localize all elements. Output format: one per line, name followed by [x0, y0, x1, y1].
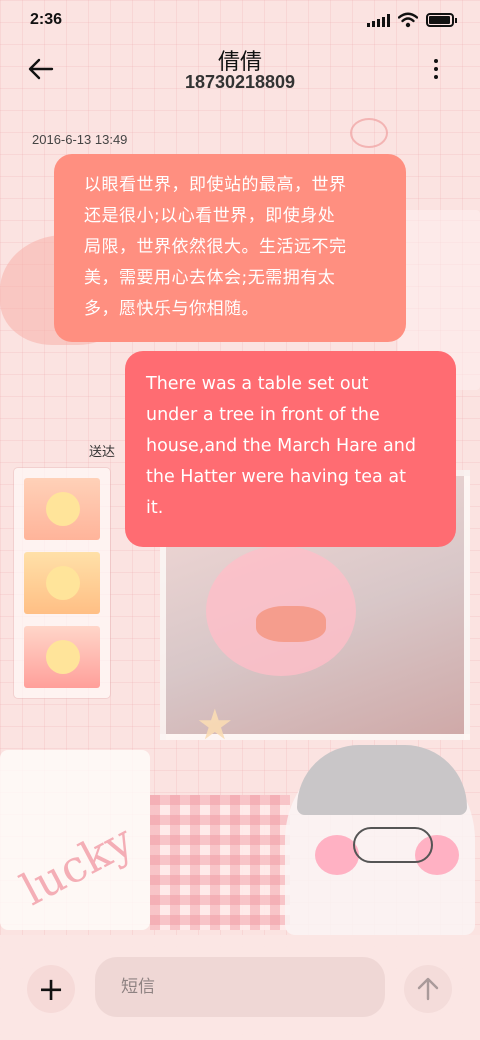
message-input[interactable] — [95, 957, 385, 1017]
message-line: 多，愿快乐与你相随。 — [84, 299, 259, 319]
wallpaper-duck-cheek — [415, 835, 459, 875]
message-line: under a tree in front of the — [146, 405, 380, 425]
wallpaper-lucky-lettering: lucky — [12, 815, 142, 916]
message-line: the Hatter were having tea at — [146, 467, 406, 487]
wallpaper-photo-strip — [14, 468, 110, 698]
incoming-message-bubble[interactable]: 以眼看世界，即使站的最高，世界 还是很小;以心看世界，即使身处 局限，世界依然很… — [54, 154, 406, 342]
wallpaper-duck-sticker — [285, 745, 475, 935]
wallpaper-duck-cheek — [315, 835, 359, 875]
wallpaper-flower-sticker — [350, 118, 388, 148]
message-line: 以眼看世界，即使站的最高，世界 — [84, 175, 347, 195]
star-icon: ★ — [196, 700, 234, 749]
wallpaper-duck-beak — [256, 606, 326, 642]
battery-icon — [426, 13, 457, 27]
status-bar: 2:36 — [0, 0, 480, 40]
plus-icon: + — [37, 970, 65, 1008]
wallpaper-gingham-patch — [150, 795, 290, 930]
wallpaper-strip-photo — [24, 552, 100, 614]
message-timestamp: 2016-6-13 13:49 — [32, 132, 128, 147]
message-line: it. — [146, 498, 164, 518]
battery-level — [429, 16, 450, 24]
message-line: 还是很小;以心看世界，即使身处 — [84, 206, 336, 226]
message-composer: + — [0, 935, 480, 1040]
conversation-header: 倩倩 18730218809 — [0, 40, 480, 100]
wallpaper-duck-face — [206, 546, 356, 676]
message-line: 美，需要用心去体会;无需拥有太 — [84, 268, 336, 288]
delivery-status: 送达 — [89, 445, 116, 460]
status-icons — [367, 12, 457, 28]
wallpaper-lucky-card: lucky — [0, 750, 150, 930]
contact-number: 18730218809 — [184, 72, 296, 92]
more-vertical-icon — [434, 59, 438, 63]
more-options-button[interactable] — [428, 54, 444, 84]
arrow-up-icon — [417, 977, 439, 1001]
wallpaper-duck-glasses — [353, 827, 433, 863]
message-line: There was a table set out — [146, 374, 369, 394]
wifi-icon — [398, 12, 418, 28]
send-button[interactable] — [404, 965, 452, 1013]
wallpaper-duck-hat — [297, 745, 467, 815]
wallpaper-strip-photo — [24, 626, 100, 688]
wallpaper-strip-photo — [24, 478, 100, 540]
message-line: 局限，世界依然很大。生活远不完 — [84, 237, 347, 257]
outgoing-message-bubble[interactable]: There was a table set out under a tree i… — [125, 351, 456, 547]
add-attachment-button[interactable]: + — [27, 965, 75, 1013]
signal-icon — [367, 13, 390, 27]
status-time: 2:36 — [30, 11, 63, 28]
message-line: house,and the March Hare and — [146, 436, 416, 456]
